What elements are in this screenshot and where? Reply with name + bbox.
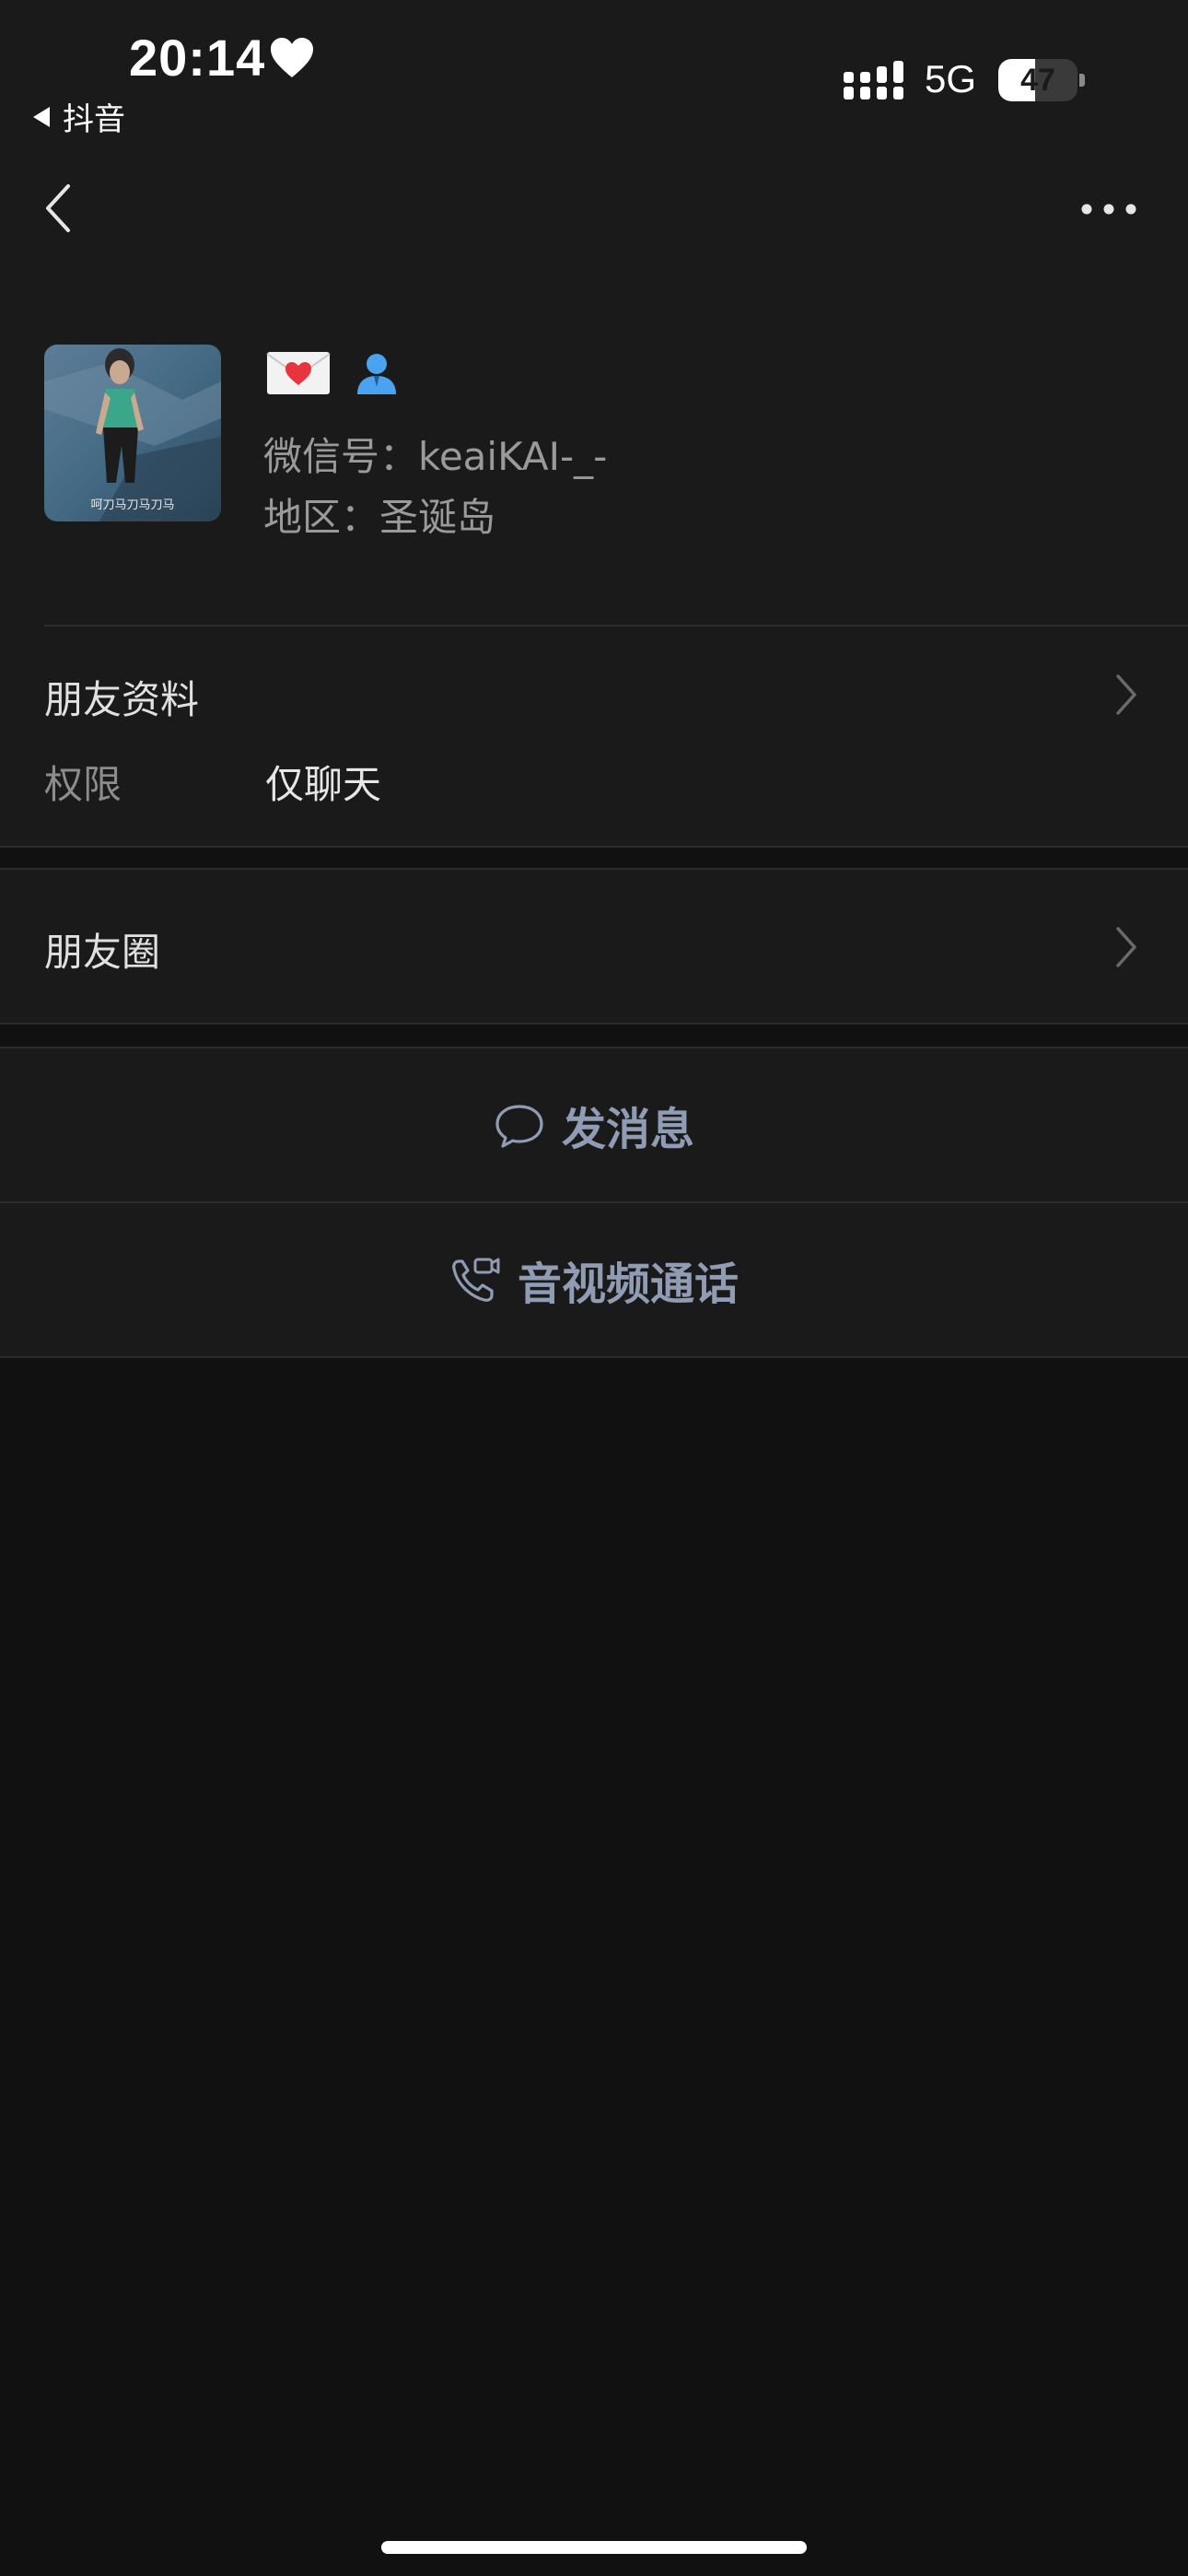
- section-gap: [0, 848, 1188, 870]
- friend-info-title: 朋友资料: [44, 677, 200, 722]
- back-app-label: 抖音: [63, 101, 125, 138]
- permission-label: 权限: [44, 762, 122, 807]
- region-line: 地区：圣诞岛: [263, 486, 495, 543]
- heart-icon: [271, 38, 313, 77]
- battery-indicator: 47: [998, 59, 1085, 101]
- permission-value: 仅聊天: [265, 762, 382, 807]
- region-label: 地区：: [263, 495, 380, 540]
- region-value: 圣诞岛: [379, 495, 496, 540]
- divider: [0, 1356, 1188, 1358]
- network-type: 5G: [925, 57, 977, 100]
- chat-bubble-icon: [495, 1105, 543, 1148]
- moments-row[interactable]: 朋友圈: [0, 870, 1188, 1023]
- wechat-id-line: 微信号：keaiKAI-_-: [263, 426, 607, 482]
- back-to-app-link[interactable]: 抖音: [33, 94, 125, 139]
- send-message-button[interactable]: 发消息: [0, 1048, 1188, 1201]
- home-indicator[interactable]: [381, 2541, 807, 2554]
- status-time: 20:14: [129, 29, 266, 87]
- wechat-id-label: 微信号：: [263, 434, 419, 479]
- video-call-label: 音视频通话: [517, 1259, 739, 1310]
- video-call-icon: [452, 1258, 500, 1302]
- section-gap: [0, 1025, 1188, 1047]
- moments-title: 朋友圈: [44, 930, 161, 975]
- battery-nub: [1079, 74, 1085, 87]
- wechat-id-value: keaiKAI-_-: [418, 434, 608, 479]
- video-call-button[interactable]: 音视频通话: [0, 1203, 1188, 1356]
- more-icon[interactable]: [1079, 197, 1138, 221]
- chevron-right-icon: [1116, 927, 1136, 967]
- user-icon: [357, 354, 396, 394]
- avatar[interactable]: 呵刀马刀马刀马: [44, 345, 221, 521]
- send-message-label: 发消息: [561, 1104, 694, 1155]
- friend-info-row[interactable]: 朋友资料: [0, 626, 1188, 844]
- back-triangle-icon: [33, 106, 50, 127]
- back-arrow-icon[interactable]: [41, 181, 77, 236]
- mail-heart-icon: [266, 352, 331, 394]
- signal-icon: [844, 61, 903, 100]
- avatar-caption: 呵刀马刀马刀马: [90, 498, 174, 512]
- chevron-right-icon: [1116, 674, 1136, 715]
- battery-percent: 47: [1020, 63, 1055, 98]
